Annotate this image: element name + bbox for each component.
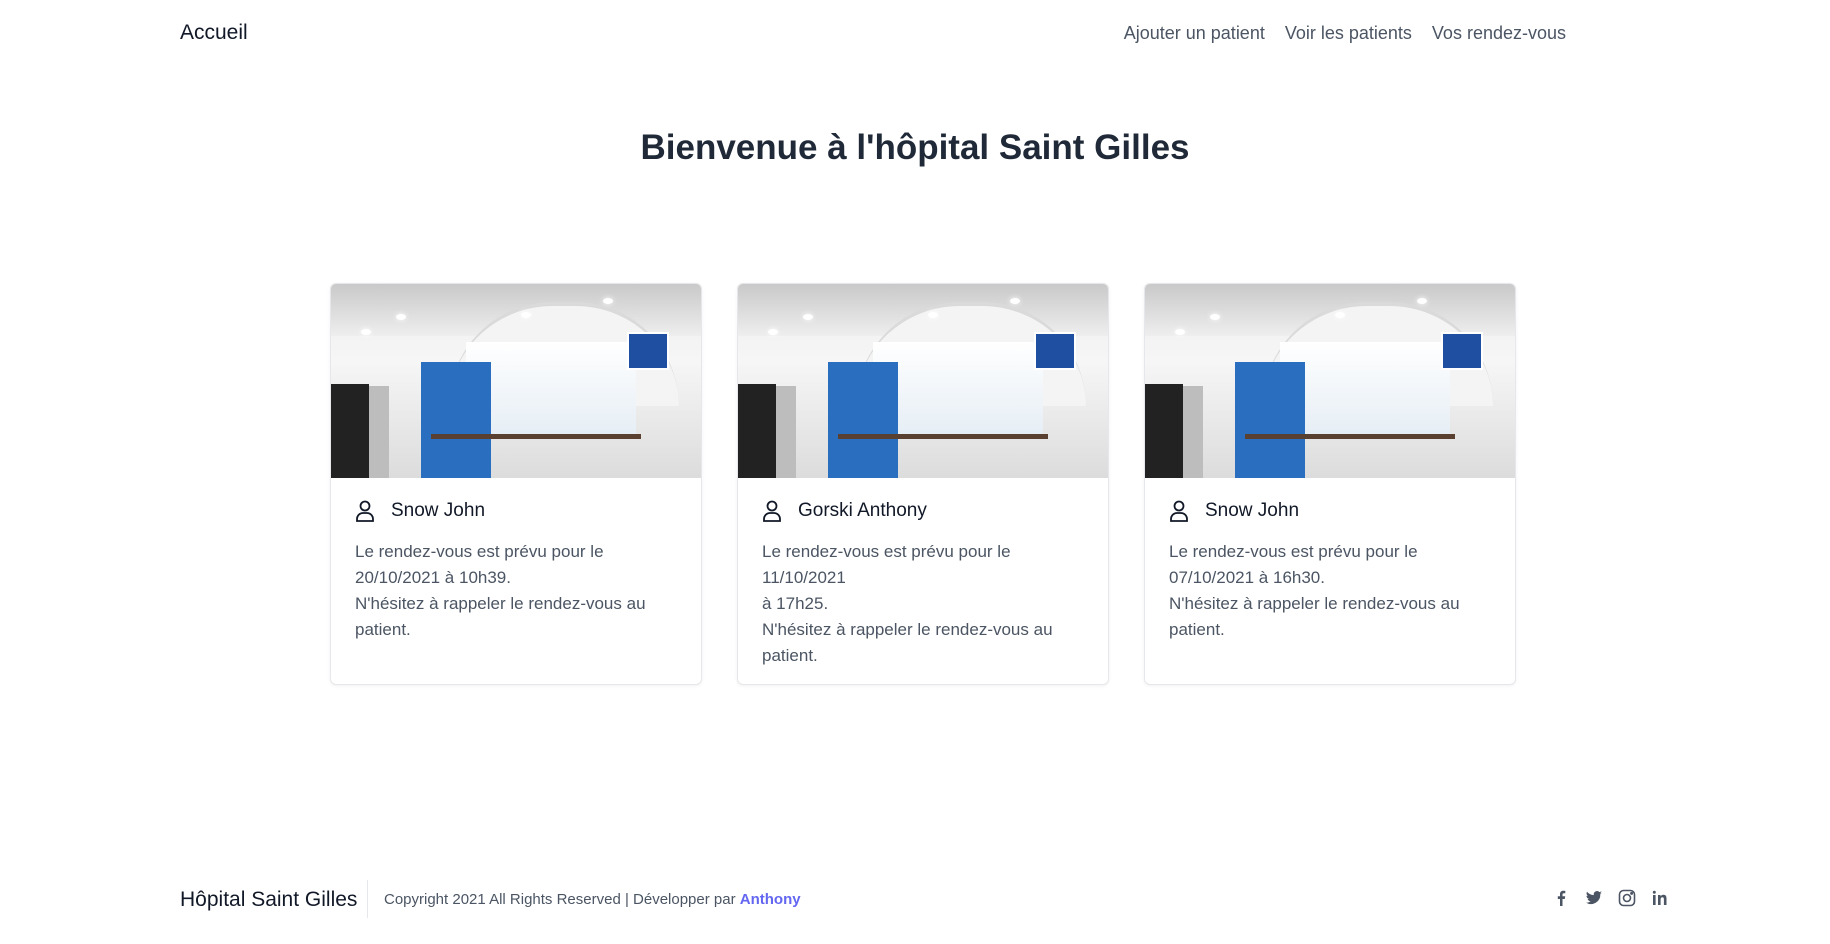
footer-divider bbox=[367, 880, 368, 918]
top-nav: Accueil Ajouter un patient Voir les pati… bbox=[0, 0, 1830, 70]
nav-appointments[interactable]: Vos rendez-vous bbox=[1432, 23, 1566, 44]
hospital-reception-image bbox=[738, 284, 1108, 478]
appointment-message: Le rendez-vous est prévu pour le 11/10/2… bbox=[762, 542, 1053, 665]
nav-view-patients[interactable]: Voir les patients bbox=[1285, 23, 1412, 44]
copyright-text: Copyright 2021 All Rights Reserved | Dév… bbox=[384, 891, 801, 908]
appointment-message: Le rendez-vous est prévu pour le 07/10/2… bbox=[1169, 542, 1460, 639]
hospital-reception-image bbox=[331, 284, 701, 478]
patient-header: Snow John bbox=[355, 500, 677, 522]
patient-header: Snow John bbox=[1169, 500, 1491, 522]
patient-name: Gorski Anthony bbox=[798, 500, 927, 521]
appointment-card: Snow John Le rendez-vous est prévu pour … bbox=[330, 283, 702, 685]
user-icon bbox=[763, 500, 781, 522]
patient-name: Snow John bbox=[391, 500, 486, 521]
nav-add-patient[interactable]: Ajouter un patient bbox=[1124, 23, 1265, 44]
page-title: Bienvenue à l'hôpital Saint Gilles bbox=[640, 128, 1190, 167]
footer: Hôpital Saint Gilles Copyright 2021 All … bbox=[180, 880, 1670, 920]
appointment-card: Snow John Le rendez-vous est prévu pour … bbox=[1144, 283, 1516, 685]
appointment-card: Gorski Anthony Le rendez-vous est prévu … bbox=[737, 283, 1109, 685]
patient-header: Gorski Anthony bbox=[762, 500, 1084, 522]
author-link[interactable]: Anthony bbox=[740, 891, 801, 908]
user-icon bbox=[356, 500, 374, 522]
hospital-reception-image bbox=[1145, 284, 1515, 478]
instagram-icon[interactable] bbox=[1617, 888, 1637, 908]
appointment-message: Le rendez-vous est prévu pour le 20/10/2… bbox=[355, 542, 646, 639]
twitter-icon[interactable] bbox=[1584, 888, 1604, 908]
linkedin-icon[interactable] bbox=[1650, 888, 1670, 908]
nav-links: Ajouter un patient Voir les patients Vos… bbox=[1124, 23, 1566, 44]
appointment-cards: Snow John Le rendez-vous est prévu pour … bbox=[330, 283, 1516, 685]
footer-brand: Hôpital Saint Gilles bbox=[180, 888, 358, 911]
patient-name: Snow John bbox=[1205, 500, 1300, 521]
home-link[interactable]: Accueil bbox=[180, 21, 248, 45]
social-links bbox=[1551, 888, 1670, 908]
facebook-icon[interactable] bbox=[1551, 888, 1571, 908]
user-icon bbox=[1170, 500, 1188, 522]
